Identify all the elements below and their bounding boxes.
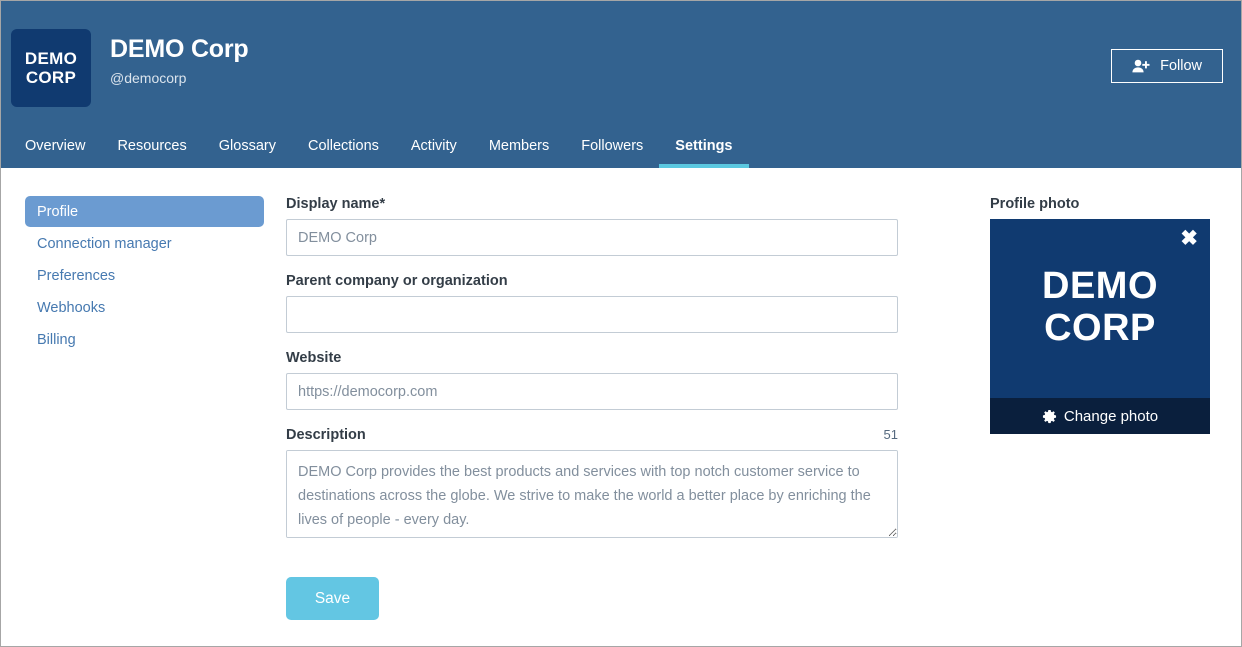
org-header-top: DEMO CORP DEMO Corp @democorp Follow	[1, 1, 1241, 121]
description-head: Description 51	[286, 427, 898, 443]
description-label: Description	[286, 427, 366, 443]
sidebar-item-profile[interactable]: Profile	[25, 196, 264, 227]
website-input[interactable]	[286, 373, 898, 410]
display-name-field-group: Display name*	[286, 196, 898, 256]
profile-photo-card: ✖ DEMO CORP Change photo	[990, 219, 1210, 434]
tab-glossary[interactable]: Glossary	[203, 138, 292, 168]
display-name-head: Display name*	[286, 196, 898, 212]
sidebar-item-webhooks[interactable]: Webhooks	[25, 292, 264, 323]
change-photo-button[interactable]: Change photo	[990, 398, 1210, 434]
profile-photo-image: DEMO CORP	[990, 219, 1210, 398]
follow-button-label: Follow	[1160, 58, 1202, 74]
profile-photo-label: Profile photo	[990, 196, 1080, 212]
sidebar-item-billing[interactable]: Billing	[25, 324, 264, 355]
parent-company-head: Parent company or organization	[286, 273, 898, 289]
sidebar-item-connection-manager[interactable]: Connection manager	[25, 228, 264, 259]
user-plus-icon	[1132, 59, 1150, 73]
org-logo-line-1: DEMO	[24, 49, 78, 68]
settings-sidebar: Profile Connection manager Preferences W…	[1, 196, 286, 646]
parent-company-label: Parent company or organization	[286, 273, 508, 289]
profile-form: Display name* Parent company or organiza…	[286, 196, 898, 646]
parent-company-field-group: Parent company or organization	[286, 273, 898, 333]
follow-button[interactable]: Follow	[1111, 49, 1223, 83]
settings-page: DEMO CORP DEMO Corp @democorp Follow Ove…	[0, 0, 1242, 647]
org-meta: DEMO Corp @democorp	[110, 29, 1111, 87]
gear-icon	[1042, 409, 1057, 424]
close-icon[interactable]: ✖	[1180, 228, 1198, 249]
tab-activity[interactable]: Activity	[395, 138, 473, 168]
profile-photo-panel: Profile photo ✖ DEMO CORP Change photo	[990, 196, 1210, 646]
description-field-group: Description 51 DEMO Corp provides the be…	[286, 427, 898, 538]
org-handle: @democorp	[110, 70, 187, 86]
page-title: DEMO Corp	[110, 35, 249, 63]
settings-content: Profile Connection manager Preferences W…	[1, 168, 1241, 646]
org-logo: DEMO CORP	[11, 29, 91, 107]
tab-members[interactable]: Members	[473, 138, 565, 168]
display-name-input[interactable]	[286, 219, 898, 256]
parent-company-input[interactable]	[286, 296, 898, 333]
description-char-counter: 51	[883, 427, 898, 442]
website-field-group: Website	[286, 350, 898, 410]
change-photo-label: Change photo	[1063, 407, 1159, 425]
website-head: Website	[286, 350, 898, 366]
profile-photo-logo-line-2: CORP	[1044, 306, 1156, 349]
website-label: Website	[286, 350, 342, 366]
main-tabs: Overview Resources Glossary Collections …	[1, 121, 1241, 168]
profile-photo-logo-line-1: DEMO	[1042, 264, 1158, 307]
sidebar-item-preferences[interactable]: Preferences	[25, 260, 264, 291]
tab-collections[interactable]: Collections	[292, 138, 395, 168]
tab-overview[interactable]: Overview	[9, 138, 101, 168]
org-logo-line-2: CORP	[25, 68, 77, 87]
tab-settings[interactable]: Settings	[659, 138, 749, 168]
tab-followers[interactable]: Followers	[565, 138, 659, 168]
org-header: DEMO CORP DEMO Corp @democorp Follow Ove…	[1, 1, 1241, 168]
tab-resources[interactable]: Resources	[101, 138, 202, 168]
description-textarea[interactable]: DEMO Corp provides the best products and…	[286, 450, 898, 538]
display-name-label: Display name*	[286, 196, 386, 212]
save-button[interactable]: Save	[286, 577, 379, 620]
